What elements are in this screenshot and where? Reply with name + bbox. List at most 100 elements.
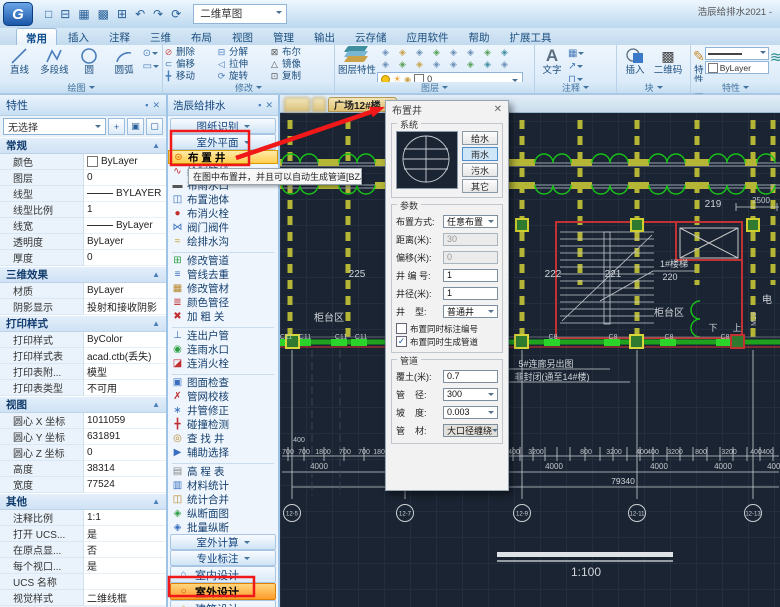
lineweight-select[interactable] [704,47,769,60]
property-value[interactable]: 0 [84,170,166,186]
layer-tool-icon[interactable]: ◈ [462,59,479,71]
ribbon-tab[interactable]: 应用软件 [398,28,458,45]
modify-button-复制[interactable]: ⊡ 复制 [269,70,322,82]
field-input[interactable]: 1 [443,286,498,300]
menu-item-绘排水沟[interactable]: ≈ 绘排水沟 [168,234,278,248]
group-label-block[interactable]: 块 [617,82,690,93]
menu-item-加粗关[interactable]: ✖ 加 粗 关 [168,309,278,323]
menu-item-修改管材[interactable]: ▦ 修改管材 [168,281,278,295]
field-input[interactable]: 1 [443,268,498,282]
field-select[interactable]: 大口径缠绕 [443,423,498,437]
checkbox-布置同时标注编号[interactable]: 布置同时标注编号 [396,322,498,335]
property-value[interactable]: ByColor [84,332,166,348]
property-row[interactable]: 线型 BYLAYER [0,186,166,202]
menu-item-连出户管[interactable]: ⊥ 连出户管 [168,328,278,342]
modify-button-删除[interactable]: ⊘ 删除 [163,46,216,58]
open-file-icon[interactable]: ⊟ [60,8,70,20]
collapse-icon[interactable]: ▲ [152,141,160,150]
property-value[interactable]: 631891 [84,429,166,445]
menu-group-图纸识别[interactable]: 图纸识别 [170,118,276,134]
layer-tool-icon[interactable]: ◈ [428,47,445,59]
properties-section-header[interactable]: 其他 ▲ [0,493,166,510]
ribbon-tab[interactable]: 三维 [141,28,180,45]
menu-item-室外设计[interactable]: ○ 室外设计 [170,583,276,600]
property-row[interactable]: 打印表类型 不可用 [0,380,166,396]
pin-icon[interactable]: ▪ [258,100,261,110]
close-icon[interactable]: ✕ [152,100,160,111]
field-input[interactable]: 0 [443,250,498,264]
close-icon[interactable]: ✕ [265,100,273,111]
layer-tool-icon[interactable]: ◈ [445,59,462,71]
layer-tool-icon[interactable]: ◈ [411,59,428,71]
property-row[interactable]: 打开 UCS... 是 [0,526,166,542]
property-value[interactable]: 模型 [84,364,166,380]
collapse-icon[interactable]: ▲ [152,270,160,279]
property-row[interactable]: 阴影显示 投射和接收阴影 [0,299,166,315]
menu-item-图面检查[interactable]: ▣ 图面检查 [168,375,278,389]
property-value[interactable]: 投射和接收阴影 [84,299,166,315]
menu-item-批量纵断[interactable]: ◈ 批量纵断 [168,520,278,534]
property-value[interactable]: BYLAYER [84,186,166,202]
ribbon-tab[interactable]: 注释 [100,28,139,45]
circle-button[interactable]: 圆 [72,46,107,76]
save-as-icon[interactable]: ▩ [98,8,109,20]
group-label-annotate[interactable]: 注释 [535,82,616,93]
properties-section-header[interactable]: 打印样式 ▲ [0,315,166,332]
ribbon-tab[interactable]: 插入 [59,28,98,45]
group-label-layer[interactable]: 图层 [335,82,534,93]
property-row[interactable]: 圆心 Y 坐标 631891 [0,429,166,445]
quick-select-add-icon[interactable]: + [108,118,125,135]
layer-tool-icon[interactable]: ◈ [445,47,462,59]
property-value[interactable]: 否 [84,542,166,558]
properties-section-header[interactable]: 视图 ▲ [0,396,166,413]
ribbon-tab[interactable]: 管理 [264,28,303,45]
layer-tool-icon[interactable]: ◈ [394,59,411,71]
system-button-其它[interactable]: 其它 [462,179,498,193]
menu-item-统计合并[interactable]: ◫ 统计合并 [168,492,278,506]
leader-icon[interactable]: ↗ [568,61,584,72]
workspace-switch-icon[interactable]: ⟳ [171,8,181,20]
property-row[interactable]: 视觉样式 二维线框 [0,590,166,606]
menu-item-材料统计[interactable]: ▥ 材料统计 [168,478,278,492]
field-select[interactable]: 0.003 [443,405,498,419]
property-value[interactable]: 77524 [84,477,166,493]
color-select[interactable]: ByLayer [704,61,769,74]
property-value[interactable] [84,574,166,590]
insert-block-button[interactable]: 插入 [619,46,651,76]
menu-item-阀门阀件[interactable]: ⋈ 阀门阀件 [168,220,278,234]
property-row[interactable]: 线宽 ByLayer [0,218,166,234]
menu-item-连消火栓[interactable]: ◪ 连消火栓 [168,356,278,370]
system-button-污水[interactable]: 污水 [462,163,498,177]
arc-button[interactable]: 圆弧 [107,46,142,76]
property-value[interactable]: 不可用 [84,380,166,396]
quick-select-all-icon[interactable]: ▢ [146,118,163,135]
menu-item-查找井[interactable]: ◎ 查 找 井 [168,431,278,445]
menu-item-碰撞检测[interactable]: ╋ 碰撞检测 [168,417,278,431]
menu-item-井管修正[interactable]: ∗ 井管修正 [168,403,278,417]
menu-item-布消火栓[interactable]: ● 布消火栓 [168,206,278,220]
menu-group-室外平面[interactable]: 室外平面 [170,134,276,150]
property-row[interactable]: UCS 名称 [0,574,166,590]
draw-order-icon[interactable]: ≋ [770,48,780,66]
property-value[interactable]: 是 [84,526,166,542]
layer-tool-icon[interactable]: ◈ [377,59,394,71]
layer-tool-icon[interactable]: ◈ [377,47,394,59]
property-value[interactable]: 0 [84,445,166,461]
ribbon-tab[interactable]: 云存储 [346,28,396,45]
selection-dropdown[interactable]: 无选择 [3,118,106,135]
polyline-button[interactable]: 多段线 [37,46,72,76]
ribbon-tab[interactable]: 帮助 [460,28,499,45]
ribbon-tab[interactable]: 扩展工具 [501,28,561,45]
layer-tool-icon[interactable]: ◈ [496,59,513,71]
layer-tool-icon[interactable]: ◈ [394,47,411,59]
qrcode-button[interactable]: ▩ 二维码 [651,46,685,76]
workspace-select[interactable]: 二维草图 [193,4,288,24]
donut-icon[interactable]: ⊙ [143,48,159,59]
field-select[interactable]: 任意布置 [443,214,498,228]
menu-item-布置井[interactable]: ⊙ 布 置 井 [168,150,278,164]
menu-item-纵断面图[interactable]: ◈ 纵断面图 [168,506,278,520]
property-value[interactable]: 二维线框 [84,590,166,606]
checkbox-布置同时生成管道[interactable]: ✓ 布置同时生成管道 [396,335,498,348]
property-row[interactable]: 颜色 ByLayer [0,154,166,170]
property-row[interactable]: 注释比例 1:1 [0,510,166,526]
